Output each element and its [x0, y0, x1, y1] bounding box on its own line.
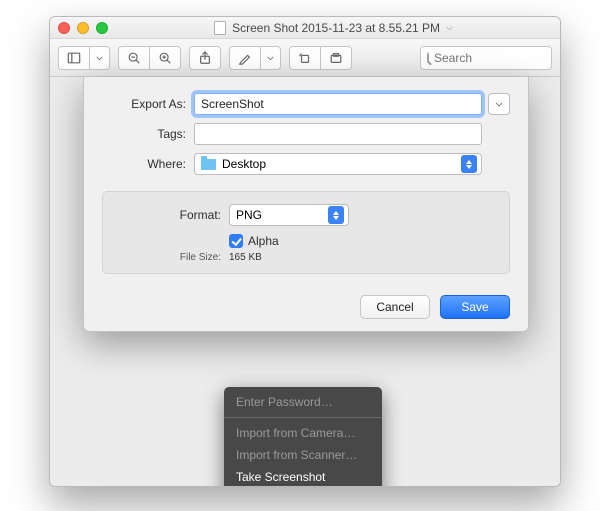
close-window-button[interactable]: [58, 22, 70, 34]
where-popup[interactable]: Desktop: [194, 153, 482, 175]
search-icon: [427, 52, 429, 63]
menu-item[interactable]: Import from Camera…: [224, 422, 382, 444]
popup-arrows-icon: [328, 206, 344, 224]
title-dropdown-chevron-icon[interactable]: ⌵: [446, 22, 453, 33]
tags-label: Tags:: [102, 127, 194, 141]
sidebar-view-toggle[interactable]: [58, 46, 110, 70]
export-as-input[interactable]: [194, 93, 482, 115]
window-title: Screen Shot 2015-11-23 at 8.55.21 PM ⌵: [115, 21, 552, 35]
context-menu: Enter Password… Import from Camera… Impo…: [224, 387, 382, 487]
markup-toolbar-button[interactable]: [320, 46, 352, 70]
toolbar: [50, 39, 560, 77]
cancel-button[interactable]: Cancel: [360, 295, 430, 319]
titlebar: Screen Shot 2015-11-23 at 8.55.21 PM ⌵: [50, 17, 560, 39]
chevron-down-icon[interactable]: [260, 46, 281, 70]
zoom-out-button[interactable]: [118, 46, 149, 70]
zoom-group: [118, 46, 181, 70]
format-value: PNG: [236, 208, 262, 222]
menu-item[interactable]: Enter Password…: [224, 391, 382, 413]
zoom-window-button[interactable]: [96, 22, 108, 34]
file-size-label: File Size:: [119, 252, 229, 263]
save-button[interactable]: Save: [440, 295, 510, 319]
rotate-left-button[interactable]: [289, 46, 320, 70]
minimize-window-button[interactable]: [77, 22, 89, 34]
share-button[interactable]: [189, 46, 221, 70]
where-value: Desktop: [222, 157, 266, 171]
where-label: Where:: [102, 157, 194, 171]
menu-item[interactable]: Take Screenshot: [224, 466, 382, 487]
checkbox-icon: [229, 234, 243, 248]
tags-input[interactable]: [194, 123, 482, 145]
annotate-button[interactable]: [229, 46, 260, 70]
search-field[interactable]: [420, 46, 552, 70]
sidebar-icon[interactable]: [58, 46, 89, 70]
search-input[interactable]: [434, 51, 561, 65]
chevron-down-icon[interactable]: [89, 46, 110, 70]
menu-item[interactable]: Import from Scanner…: [224, 444, 382, 466]
export-as-label: Export As:: [102, 97, 194, 111]
zoom-in-button[interactable]: [149, 46, 181, 70]
markup-group: [229, 46, 281, 70]
alpha-label: Alpha: [248, 234, 279, 248]
folder-icon: [201, 159, 216, 170]
app-window: Screen Shot 2015-11-23 at 8.55.21 PM ⌵: [49, 16, 561, 487]
file-size-value: 165 KB: [229, 252, 262, 263]
menu-separator: [224, 417, 382, 418]
popup-arrows-icon: [461, 155, 477, 173]
window-title-text: Screen Shot 2015-11-23 at 8.55.21 PM: [232, 21, 440, 35]
alpha-checkbox[interactable]: Alpha: [229, 234, 279, 248]
rotate-group: [289, 46, 352, 70]
export-sheet: Export As: Tags: Where: Desktop Format:: [83, 77, 529, 332]
format-label: Format:: [119, 208, 229, 222]
format-panel: Format: PNG Alpha File Size: 165 KB: [102, 191, 510, 274]
dialog-buttons: Cancel Save: [102, 287, 510, 319]
format-popup[interactable]: PNG: [229, 204, 349, 226]
expand-save-panel-button[interactable]: [488, 93, 510, 115]
document-icon: [214, 21, 226, 35]
